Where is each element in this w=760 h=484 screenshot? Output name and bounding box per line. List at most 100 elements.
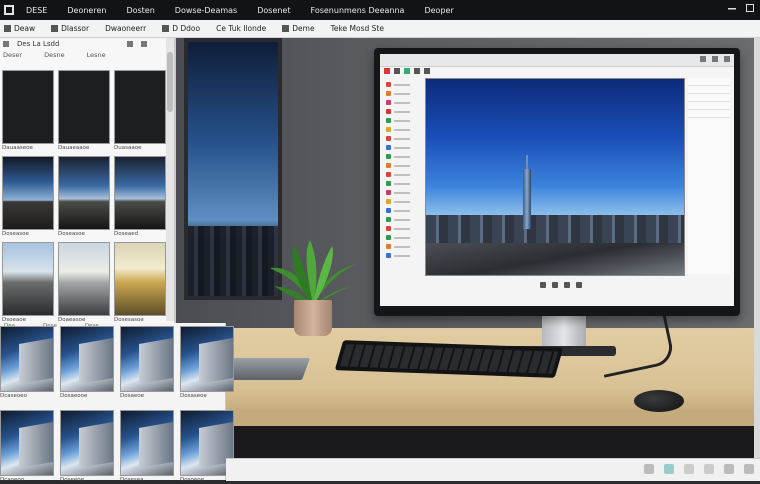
panel-scrollbar[interactable]	[166, 38, 174, 321]
thumbnail[interactable]: Dosesasoe	[114, 242, 166, 324]
panel-subheader: Deser Desne Lesne	[0, 50, 174, 60]
thumbnail-caption: Dauaaseoe	[2, 145, 33, 151]
panel-sub-1[interactable]: Deser	[3, 51, 22, 59]
gallery-item[interactable]: Dcaseoeo	[0, 326, 54, 400]
share-icon[interactable]	[684, 464, 694, 474]
thumbnail[interactable]: Duasaaoe	[114, 70, 166, 152]
plant-pot	[294, 300, 332, 336]
photo-tower	[523, 155, 531, 229]
menu-item-4[interactable]: Dowse-Deamas	[175, 6, 237, 15]
menu-item-5[interactable]: Dosenet	[257, 6, 290, 15]
panel-sub-3[interactable]: Lesne	[87, 51, 106, 59]
gallery-item[interactable]: Dosaeoe	[120, 326, 174, 400]
thumbnail-caption: Duasaaoe	[114, 145, 142, 151]
menu-icon[interactable]	[141, 41, 148, 47]
gallery-caption: Dosaeoe	[120, 393, 144, 399]
gallery-item[interactable]: Dosaeooe	[60, 326, 114, 400]
toolbar-icon	[4, 25, 11, 32]
screen-tool-icon	[424, 68, 430, 74]
toolbar-icon	[162, 25, 170, 32]
screen-sidebar	[386, 80, 420, 270]
toolbar-item-1[interactable]: Deaw	[4, 24, 35, 33]
desk-scene-image	[176, 38, 760, 480]
left-library-panel: Des La Lsdd Deser Desne Lesne Dauaaseoe …	[0, 38, 176, 323]
menu-item-2[interactable]: Deoneren	[67, 6, 106, 15]
screen-tool-icon	[394, 68, 400, 74]
screen-control-icon	[576, 282, 582, 288]
menu-item-1[interactable]: DESE	[26, 6, 47, 15]
status-icons	[644, 464, 754, 474]
app-logo-icon[interactable]	[4, 5, 14, 15]
thumbnail-caption: Dauaeaaoe	[58, 145, 90, 151]
gallery-caption: Dcaoeoo	[0, 477, 25, 483]
gallery-item[interactable]: Dosaseoe	[180, 326, 234, 400]
maximize-icon[interactable]	[746, 4, 754, 12]
info-icon[interactable]	[704, 464, 714, 474]
settings-icon[interactable]	[644, 464, 654, 474]
thumbnail[interactable]: Doseaed	[114, 156, 166, 238]
toolbar-item-6[interactable]: Deme	[282, 24, 315, 33]
toolbar: Deaw Dlassor Dwaoneerr D Ddoo Ce Tuk Ilo…	[0, 20, 760, 38]
thumbnail[interactable]: Dsoeaoe	[2, 242, 54, 324]
thumbnail-caption: Doseasoe	[2, 231, 29, 237]
toolbar-item-3[interactable]: Dwaoneerr	[105, 24, 146, 33]
folder-icon[interactable]	[3, 41, 9, 47]
screen-tool-icon	[404, 68, 410, 74]
add-icon[interactable]	[127, 41, 134, 47]
screen-city-photo	[425, 78, 685, 276]
screen-window-controls	[700, 56, 730, 62]
thumbnail[interactable]: Doseasoe	[2, 156, 54, 238]
gallery-grid: Dcaseoeo Dosaeooe Dosaeoe Dosaseoe Dcaoe…	[0, 326, 234, 484]
minimize-icon[interactable]	[728, 4, 736, 12]
window-controls	[728, 4, 754, 12]
computer-mouse	[634, 390, 684, 412]
panel-sub-2[interactable]: Desne	[44, 51, 65, 59]
grid-icon[interactable]	[724, 464, 734, 474]
monitor-stand	[542, 316, 586, 350]
toolbar-icon	[51, 25, 59, 32]
toolbar-label: Deme	[292, 24, 315, 33]
screen-title-bar	[380, 54, 734, 67]
toolbar-item-2[interactable]: Dlassor	[51, 24, 89, 33]
thumbnail[interactable]: Dauaeaaoe	[58, 70, 110, 152]
scrollbar-thumb[interactable]	[167, 52, 173, 112]
thumbnail[interactable]: Dauaaseoe	[2, 70, 54, 152]
gallery-item[interactable]: Doseeoe	[60, 410, 114, 484]
thumbnail[interactable]: Doseasoe	[58, 156, 110, 238]
menu-item-6[interactable]: Fosenunmens Deeanna	[311, 6, 405, 15]
gallery-caption: Doseeoe	[60, 477, 84, 483]
screen-control-icon	[564, 282, 570, 288]
gallery-item[interactable]: Dcaoeoo	[0, 410, 54, 484]
cloud-icon[interactable]	[664, 464, 674, 474]
status-bar	[226, 458, 760, 481]
toolbar-label: Deaw	[14, 24, 36, 33]
plant-icon	[270, 240, 356, 306]
desk-edge	[216, 410, 760, 426]
toolbar-icon	[282, 25, 290, 32]
thumbnail-grid: Dauaaseoe Dauaeaaoe Duasaaoe Doseasoe Do…	[2, 70, 168, 324]
thumbnail-caption: Doseaed	[114, 231, 139, 237]
screen-right-panel	[688, 78, 730, 274]
gallery-item[interactable]: Dosesea	[120, 410, 174, 484]
right-scrollbar[interactable]	[754, 38, 760, 458]
menu-item-7[interactable]: Deoper	[424, 6, 453, 15]
screen-control-icon	[552, 282, 558, 288]
toolbar-item-5[interactable]: Ce Tuk Ilonde	[216, 24, 266, 33]
panel-header: Des La Lsdd	[0, 38, 174, 50]
menu-icon[interactable]	[744, 464, 754, 474]
gallery-caption: Dosesea	[120, 477, 144, 483]
thumbnail-caption: Doseasoe	[58, 231, 85, 237]
screen-control-icon	[540, 282, 546, 288]
menu-item-3[interactable]: Dosten	[126, 6, 154, 15]
toolbar-label: Dlassor	[61, 24, 90, 33]
thumbnail[interactable]: Doaeasoe	[58, 242, 110, 324]
toolbar-item-7[interactable]: Teke Mosd Ste	[331, 24, 384, 33]
toolbar-label: D Ddoo	[172, 24, 201, 33]
monitor	[374, 48, 740, 316]
monitor-screen	[380, 54, 734, 306]
toolbar-item-4[interactable]: D Ddoo	[162, 24, 200, 33]
screen-tool-icon	[384, 68, 390, 74]
screen-bottom-controls	[540, 282, 582, 288]
photo-rooftop	[426, 243, 684, 275]
photo-buildings	[426, 215, 684, 245]
